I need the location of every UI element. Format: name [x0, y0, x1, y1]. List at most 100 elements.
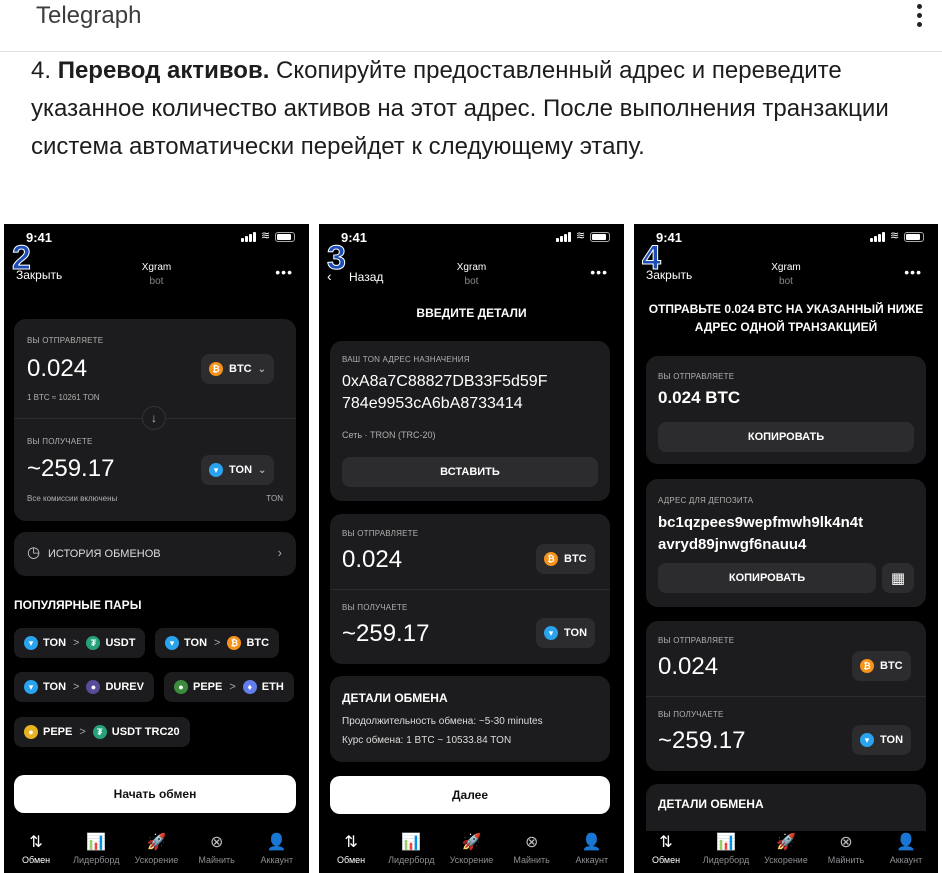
swap-arrow-icon[interactable]: ↓	[142, 406, 166, 430]
address-line: 784e9953cA6bA8733414	[342, 395, 523, 412]
copy-amount-button[interactable]: КОПИРОВАТЬ	[658, 422, 914, 452]
tab-account[interactable]: 👤 Аккаунт	[562, 831, 622, 873]
step-number: 4.	[31, 57, 52, 84]
history-button[interactable]: ◷ ИСТОРИЯ ОБМЕНОВ ›	[14, 532, 296, 576]
address-value[interactable]: 0xA8a7C88827DB33F5d59F 784e9953cA6bA8733…	[342, 371, 547, 415]
receive-coin: ▾ TON	[852, 725, 912, 755]
screenshot-step-4: 9:41 ≋ Закрыть 4 Xgram bot ••• ОТПРАВЬТЕ…	[634, 224, 938, 873]
bot-header: Xgram bot	[634, 261, 938, 289]
tab-mine[interactable]: ⊗ Майнить	[816, 831, 876, 873]
tab-label: Ускорение	[764, 855, 808, 865]
tab-label: Майнить	[827, 855, 865, 865]
pair-from: TON	[184, 637, 208, 649]
tab-mine[interactable]: ⊗ Майнить	[187, 831, 247, 873]
more-icon[interactable]: •••	[275, 264, 293, 280]
signal-icon	[870, 232, 886, 242]
send-label: ВЫ ОТПРАВЛЯЕТЕ	[342, 529, 419, 538]
arrow-icon: >	[214, 637, 221, 649]
bot-label: bot	[779, 276, 793, 287]
tab-bar: ⇅ Обмен 📊 Лидерборд 🚀 Ускорение ⊗ Майнить 👤 А…	[634, 831, 938, 873]
tab-leaderboard[interactable]: 📊 Лидерборд	[381, 831, 441, 873]
send-instruction: ОТПРАВЬТЕ 0.024 BTC НА УКАЗАННЫЙ НИЖЕ АД…	[644, 300, 928, 336]
tab-account[interactable]: 👤 Аккаунт	[876, 831, 936, 873]
rate-text: 1 BTC ≈ 10261 TON	[27, 393, 100, 402]
user-icon: 👤	[581, 834, 602, 851]
ton-icon: ▾	[24, 680, 38, 694]
receive-amount: ~259.17	[658, 727, 746, 754]
mine-icon: ⊗	[209, 834, 224, 851]
telegraph-title[interactable]: Telegraph	[36, 2, 141, 30]
tab-boost[interactable]: 🚀 Ускорение	[441, 831, 501, 873]
battery-icon	[275, 232, 295, 242]
address-card: ВАШ TON АДРЕС НАЗНАЧЕНИЯ 0xA8a7C88827DB3…	[330, 341, 610, 501]
signal-icon	[556, 232, 572, 242]
tab-bar: ⇅ Обмен 📊 Лидерборд 🚀 Ускорение ⊗ Майнить 👤 А…	[319, 831, 624, 873]
tab-account[interactable]: 👤 Аккаунт	[247, 831, 307, 873]
battery-icon	[590, 232, 610, 242]
tab-label: Майнить	[198, 855, 235, 865]
rocket-icon: 🚀	[461, 834, 482, 851]
tab-mine[interactable]: ⊗ Майнить	[502, 831, 562, 873]
fees-note: Все комиссии включены	[27, 494, 118, 503]
pair-ton-durev[interactable]: ▾ TON > ● DUREV	[14, 672, 154, 702]
instruction-text: ОТПРАВЬТЕ	[648, 302, 725, 316]
history-label: ИСТОРИЯ ОБМЕНОВ	[48, 548, 161, 560]
tab-exchange[interactable]: ⇅ Обмен	[321, 831, 381, 873]
start-exchange-button[interactable]: Начать обмен	[14, 775, 296, 813]
bitcoin-icon: ₿	[209, 362, 223, 376]
copy-address-button[interactable]: КОПИРОВАТЬ	[658, 563, 876, 593]
exchange-card: ВЫ ОТПРАВЛЯЕТЕ 0.024 ₿ BTC ⌄ 1 BTC ≈ 102…	[14, 319, 296, 521]
duration-text: Продолжительность обмена: ~5-30 minutes	[342, 716, 543, 727]
pair-pepe-eth[interactable]: ● PEPE > ♦ ETH	[164, 672, 294, 702]
divider	[330, 589, 610, 590]
tab-boost[interactable]: 🚀 Ускорение	[126, 831, 186, 873]
tab-boost[interactable]: 🚀 Ускорение	[756, 831, 816, 873]
tab-exchange[interactable]: ⇅ Обмен	[636, 831, 696, 873]
bot-header: Xgram bot	[319, 261, 624, 289]
exchange-details-card: ДЕТАЛИ ОБМЕНА Продолжительность обмена: …	[330, 676, 610, 762]
tab-exchange[interactable]: ⇅ Обмен	[6, 831, 66, 873]
more-vertical-icon[interactable]	[914, 4, 924, 34]
step-title: Перевод активов.	[57, 57, 270, 84]
bar-chart-icon: 📊	[401, 834, 422, 851]
more-icon[interactable]: •••	[904, 264, 922, 280]
signal-icon	[241, 232, 257, 242]
exchange-card: ВЫ ОТПРАВЛЯЕТЕ 0.024 ₿ BTC ВЫ ПОЛУЧАЕТЕ …	[646, 621, 926, 771]
ton-icon: ▾	[209, 463, 223, 477]
deposit-address[interactable]: bc1qzpees9wepfmwh9lk4n4t avryd89jnwgf6na…	[658, 512, 863, 556]
address-line: 0xA8a7C88827DB33F5d59F	[342, 373, 548, 390]
receive-amount: ~259.17	[342, 620, 430, 647]
tab-leaderboard[interactable]: 📊 Лидерборд	[696, 831, 756, 873]
send-amount: 0.024	[342, 546, 403, 573]
bar-chart-icon: 📊	[716, 834, 736, 851]
pair-pepe-usdt-trc20[interactable]: ● PEPE > ₮ USDT TRC20	[14, 717, 190, 747]
address-line: bc1qzpees9wepfmwh9lk4n4t	[658, 514, 864, 531]
send-coin-select[interactable]: ₿ BTC ⌄	[201, 354, 274, 384]
bot-name: Xgram	[771, 262, 801, 273]
coin-label: TON	[564, 627, 588, 639]
paste-button[interactable]: ВСТАВИТЬ	[342, 457, 598, 487]
user-icon: 👤	[896, 834, 916, 851]
telegraph-header: Telegraph	[0, 0, 942, 52]
send-coin: ₿ BTC	[852, 651, 911, 681]
article-paragraph: 4. Перевод активов. Скопируйте предостав…	[31, 52, 921, 166]
pair-ton-btc[interactable]: ▾ TON > ₿ BTC	[155, 628, 280, 658]
ton-icon: ▾	[165, 636, 179, 650]
qr-code-icon[interactable]: ▦	[882, 563, 914, 593]
receive-label: ВЫ ПОЛУЧАЕТЕ	[342, 603, 408, 612]
status-icons: ≋	[241, 231, 295, 242]
instruction-amount: 0.024 BTC	[724, 302, 783, 316]
arrow-icon: >	[73, 637, 80, 649]
pair-to: ETH	[261, 681, 284, 693]
more-icon[interactable]: •••	[590, 264, 608, 280]
coin-label: BTC	[880, 660, 903, 672]
bot-label: bot	[149, 276, 164, 287]
screenshot-step-3: 9:41 ≋ ‹ Назад 3 Xgram bot ••• ВВЕДИТЕ Д…	[319, 224, 624, 873]
receive-coin: TON	[229, 464, 253, 476]
status-icons: ≋	[870, 231, 924, 242]
send-amount[interactable]: 0.024	[27, 355, 87, 383]
tab-leaderboard[interactable]: 📊 Лидерборд	[66, 831, 126, 873]
next-button[interactable]: Далее	[330, 776, 610, 814]
receive-coin-select[interactable]: ▾ TON ⌄	[201, 455, 275, 485]
pair-ton-usdt[interactable]: ▾ TON > ₮ USDT	[14, 628, 146, 658]
